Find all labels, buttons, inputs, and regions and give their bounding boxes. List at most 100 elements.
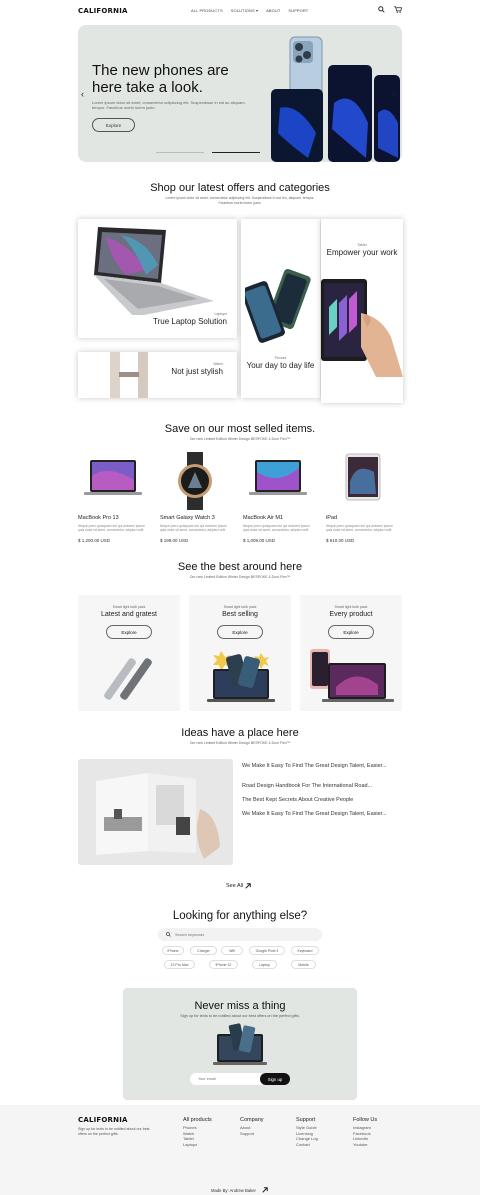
idea-link-4[interactable]: We Make It Easy To Find The Great Design…	[242, 810, 392, 818]
nav-all-products[interactable]: ALL PRODUCTS	[191, 8, 223, 13]
product-card-macbook-pro[interactable]: MacBook Pro 13 Neque porro quisquam est …	[78, 452, 150, 543]
newsletter-subtitle: Sign up for texts to be notified about o…	[180, 1014, 300, 1018]
footer-col-title: All products	[183, 1117, 212, 1123]
search-chip[interactable]: Keyboard	[291, 946, 319, 955]
hero-title: The new phones are here take a look.	[92, 62, 229, 96]
offer-watch-title: Not just stylish	[171, 367, 223, 376]
offer-tablet-text: Tablet Empower your work	[321, 243, 403, 257]
hero-phones-image	[271, 36, 400, 162]
search-icon	[166, 932, 171, 937]
footer-col-title: Follow Us	[353, 1117, 378, 1123]
product-card-galaxy-watch[interactable]: Smart Galaxy Watch 3 Neque porro quisqua…	[160, 452, 232, 543]
hero-next-arrow-icon[interactable]: ›	[392, 89, 395, 99]
best-card-tag: Smart light bulb pack	[112, 605, 146, 609]
search-input[interactable]	[175, 930, 315, 939]
idea-link-2[interactable]: Road Design Handbook For The Internation…	[242, 782, 392, 790]
cart-icon[interactable]	[394, 6, 402, 13]
offer-card-laptop[interactable]: Laptops True Laptop Solution	[78, 219, 237, 338]
footer-credit[interactable]: Made By: Andrew Baker	[211, 1187, 268, 1193]
offers-title: Shop our latest offers and categories	[150, 182, 330, 194]
best-card-selling[interactable]: Smart light bulb pack Best selling Explo…	[189, 595, 291, 711]
search-chip[interactable]: Google Pixel 3	[249, 946, 285, 955]
product-name: MacBook Air M1	[243, 515, 284, 521]
selled-subtitle: Our new Limited Edition Winter Design BE…	[189, 437, 291, 441]
newsletter-email-field[interactable]	[190, 1073, 262, 1085]
product-name: iPad	[326, 515, 338, 521]
search-chip[interactable]: iPhone 12	[209, 960, 238, 969]
laptop-image	[94, 227, 214, 315]
product-name: MacBook Pro 13	[78, 515, 119, 521]
offer-laptop-text: Laptops True Laptop Solution	[153, 312, 227, 326]
offer-laptop-title: True Laptop Solution	[153, 317, 227, 326]
nav-about[interactable]: ABOUT	[266, 8, 280, 13]
search-chip[interactable]: Mobile	[291, 960, 316, 969]
footer-col-company: Company About Support	[240, 1117, 264, 1136]
search-chip[interactable]: Laptop	[252, 960, 277, 969]
best-card-explore-button[interactable]: Explore	[106, 625, 152, 639]
search-chip[interactable]: iPhone	[162, 946, 184, 955]
footer: CALIFORNIA Sign up for texts to be notif…	[0, 1105, 480, 1195]
search-bar[interactable]	[158, 928, 322, 941]
footer-link[interactable]: Youtube	[353, 1142, 377, 1148]
idea-link-3[interactable]: The Best Kept Secrets About Creative Peo…	[242, 796, 392, 804]
hero-subtitle: Lorem ipsum dolor sit amet, consectetur …	[92, 100, 246, 110]
search-title: Looking for anything else?	[172, 910, 308, 922]
footer-link[interactable]: Laptops	[183, 1142, 212, 1148]
best-card-title: Latest and gratest	[100, 611, 158, 618]
hero-dot-1[interactable]	[156, 152, 204, 153]
footer-col-title: Company	[240, 1117, 264, 1123]
best-card-explore-button[interactable]: Explore	[328, 625, 374, 639]
offer-card-tablet[interactable]: Tablet Empower your work	[321, 219, 403, 403]
brand-logo[interactable]: CALIFORNIA	[78, 7, 128, 15]
macbook-pro-image	[84, 460, 142, 495]
footer-col-title: Support	[296, 1117, 316, 1123]
product-desc: Neque porro quisquam est qui dolorem ips…	[326, 524, 393, 533]
footer-link[interactable]: Contact	[296, 1142, 318, 1148]
offers-subtitle: Lorem ipsum dolor sit amet, consectetur …	[165, 196, 315, 205]
newsletter-email-input[interactable]	[198, 1075, 258, 1083]
selled-title: Save on our most selled items.	[164, 423, 316, 435]
best-title: See the best around here	[177, 561, 303, 573]
footer-col-support: Support Style Guide Licensing Change Log…	[296, 1117, 318, 1147]
footer-brand-logo[interactable]: CALIFORNIA	[78, 1116, 128, 1124]
product-price: $ 199.00 USD	[160, 538, 189, 544]
product-name: Smart Galaxy Watch 3	[160, 515, 215, 521]
search-icon[interactable]	[378, 6, 385, 13]
product-card-ipad[interactable]: iPad Neque porro quisquam est qui dolore…	[326, 452, 398, 543]
tablet-image	[321, 279, 403, 377]
top-nav: CALIFORNIA ALL PRODUCTS SOLUTIONS ▾ ABOU…	[0, 0, 480, 22]
best-subtitle: Our new Limited Edition Winter Design BE…	[189, 575, 291, 579]
newsletter-device-image	[213, 1023, 267, 1065]
offer-card-watch[interactable]: Watch Not just stylish	[78, 352, 237, 398]
best-card-latest[interactable]: Smart light bulb pack Latest and gratest…	[78, 595, 180, 711]
hero-dot-2[interactable]	[212, 152, 260, 153]
arrow-up-right-icon	[262, 1187, 268, 1193]
newsletter-title: Never miss a thing	[194, 1000, 286, 1012]
best-card-explore-button[interactable]: Explore	[217, 625, 263, 639]
offer-card-phones[interactable]: Phones Your day to day life	[241, 219, 320, 398]
best-card-every[interactable]: Smart light bulb pack Every product Expl…	[300, 595, 402, 711]
search-chip[interactable]: 13 Pro Max	[164, 960, 195, 969]
ipad-image	[345, 453, 381, 501]
hero-prev-arrow-icon[interactable]: ‹	[81, 89, 84, 99]
idea-link-1[interactable]: We Make It Easy To Find The Great Design…	[242, 762, 392, 770]
nav-support[interactable]: SUPPORT	[288, 8, 308, 13]
ideas-book-image	[78, 759, 233, 865]
hero-explore-button[interactable]: Explore	[92, 118, 135, 132]
footer-credit-text: Made By: Andrew Baker	[211, 1187, 256, 1193]
see-all-link[interactable]: See All	[226, 883, 251, 889]
galaxy-watch-image	[178, 452, 212, 510]
product-card-macbook-air[interactable]: MacBook Air M1 Neque porro quisquam est …	[243, 452, 315, 543]
newsletter-signup-button[interactable]: Sign up	[260, 1073, 290, 1085]
offer-phones-text: Phones Your day to day life	[241, 356, 320, 370]
footer-blurb: Sign up for texts to be notified about o…	[78, 1127, 150, 1136]
footer-link[interactable]: Change Log	[296, 1136, 318, 1142]
footer-link[interactable]: Style Guide	[296, 1125, 318, 1131]
search-chip[interactable]: Charger	[190, 946, 217, 955]
search-chip[interactable]: Wifi	[221, 946, 243, 955]
offer-tablet-title: Empower your work	[326, 248, 398, 257]
footer-link[interactable]: Support	[240, 1131, 264, 1137]
newsletter-box: Never miss a thing Sign up for texts to …	[123, 988, 357, 1100]
footer-col-products: All products Phones Watch Tablet Laptops	[183, 1117, 212, 1147]
nav-solutions[interactable]: SOLUTIONS ▾	[231, 8, 258, 13]
